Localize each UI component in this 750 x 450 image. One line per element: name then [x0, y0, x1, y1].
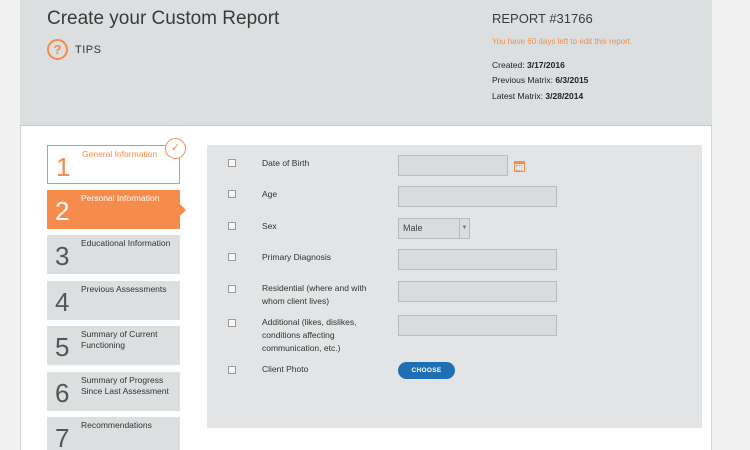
calendar-icon[interactable]	[514, 161, 525, 172]
latest-matrix-date: Latest Matrix: 3/28/2014	[492, 91, 583, 101]
age-label: Age	[262, 189, 278, 199]
diagnosis-field[interactable]	[398, 249, 557, 270]
previous-matrix-date: Previous Matrix: 6/3/2015	[492, 75, 588, 85]
latest-value: 3/28/2014	[545, 91, 584, 101]
additional-field[interactable]	[398, 315, 557, 336]
tips-link[interactable]: TIPS	[75, 44, 101, 56]
step-recommendations[interactable]: 7 Recommendations	[47, 417, 180, 450]
latest-label: Latest Matrix:	[492, 91, 544, 101]
step-label: Summary of Current Functioning	[81, 329, 158, 350]
step-educational-information[interactable]: 3 Educational Information	[47, 235, 180, 274]
age-field[interactable]	[398, 186, 557, 207]
age-checkbox[interactable]	[228, 190, 236, 198]
step-label: Educational Information	[81, 238, 171, 248]
days-left-notice: You have 60 days left to edit this repor…	[492, 37, 633, 46]
step-personal-information[interactable]: 2 Personal Information	[47, 190, 186, 229]
step-label: Summary of Progress Since Last Assessmen…	[81, 375, 169, 396]
step-number: 7	[55, 423, 70, 450]
created-date: Created: 3/17/2016	[492, 60, 565, 70]
sex-checkbox[interactable]	[228, 222, 236, 230]
question-icon[interactable]: ?	[47, 39, 68, 60]
created-label: Created:	[492, 60, 525, 70]
diagnosis-checkbox[interactable]	[228, 253, 236, 261]
dob-field[interactable]	[398, 155, 508, 176]
step-label: General Information	[82, 149, 158, 159]
dob-checkbox[interactable]	[228, 159, 236, 167]
step-number: 4	[55, 287, 70, 317]
residential-field[interactable]	[398, 281, 557, 302]
step-summary-progress[interactable]: 6 Summary of Progress Since Last Assessm…	[47, 372, 180, 411]
step-number: 2	[55, 196, 70, 226]
step-number: 6	[55, 378, 70, 408]
step-number: 5	[55, 332, 70, 362]
step-label: Previous Assessments	[81, 284, 167, 294]
photo-label: Client Photo	[262, 364, 309, 374]
dob-label: Date of Birth	[262, 158, 310, 168]
step-general-information[interactable]: 1 General Information	[47, 145, 180, 184]
previous-value: 6/3/2015	[555, 75, 589, 85]
residential-label: Residential (where and with whom client …	[262, 283, 367, 306]
chevron-down-icon: ▼	[459, 219, 469, 238]
step-number: 3	[55, 241, 70, 271]
previous-label: Previous Matrix:	[492, 75, 553, 85]
sex-selected-value: Male	[403, 223, 423, 233]
sex-label: Sex	[262, 221, 277, 231]
page-title: Create your Custom Report	[47, 8, 280, 29]
step-summary-current-functioning[interactable]: 5 Summary of Current Functioning	[47, 326, 180, 365]
report-number: REPORT #31766	[492, 11, 593, 26]
photo-checkbox[interactable]	[228, 366, 236, 374]
step-number: 1	[56, 152, 71, 182]
created-value: 3/17/2016	[526, 60, 565, 70]
residential-checkbox[interactable]	[228, 285, 236, 293]
diagnosis-label: Primary Diagnosis	[262, 252, 331, 262]
step-previous-assessments[interactable]: 4 Previous Assessments	[47, 281, 180, 320]
choose-photo-button[interactable]: CHOOSE	[398, 362, 455, 379]
step-label: Personal Information	[81, 193, 160, 203]
check-icon: ✓	[165, 138, 186, 159]
additional-checkbox[interactable]	[228, 319, 236, 327]
sex-select[interactable]: Male ▼	[398, 218, 470, 239]
additional-label: Additional (likes, dislikes, conditions …	[262, 317, 357, 353]
step-label: Recommendations	[81, 420, 152, 430]
